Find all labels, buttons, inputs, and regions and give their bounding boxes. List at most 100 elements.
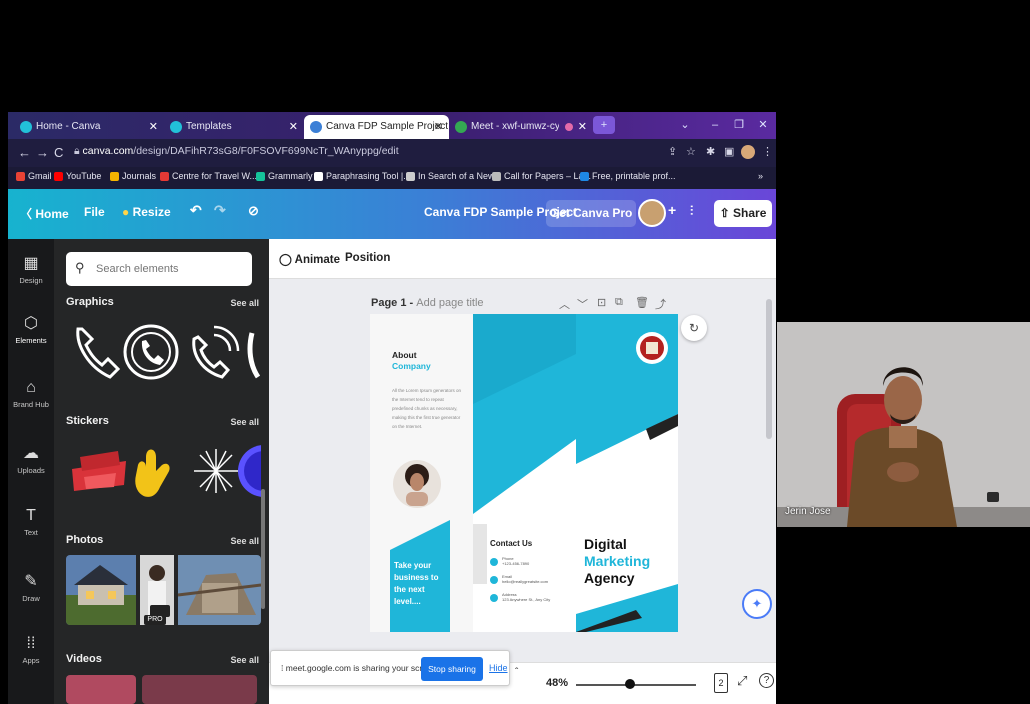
section-graphics-title: Graphics [66,296,114,308]
zoom-slider-track[interactable] [576,684,696,686]
rail-design[interactable]: ▦ Design [8,253,54,285]
tab-search-icon[interactable]: ⌄ [674,116,696,134]
position-button[interactable]: Position [345,252,390,264]
participant-name: Jerin Jose [785,506,831,517]
search-box[interactable]: ⚲ [66,252,252,286]
video-thumb[interactable] [66,675,136,704]
contact-address: Address 123 Anywhere St., Any City [502,592,551,602]
page-count-button[interactable]: 2 [714,673,728,693]
fullscreen-icon[interactable]: ⤢ [737,673,747,689]
animate-button[interactable]: ◯ Animate [279,252,340,266]
bookmark-call-papers[interactable]: Call for Papers – La... [492,171,591,181]
bookmark-printable[interactable]: Free, printable prof... [580,171,676,181]
graphics-phone-icons[interactable] [66,315,261,385]
tab-home-canva[interactable]: Home - Canva ✕ [14,115,164,139]
bookmark-youtube[interactable]: YouTube [54,171,101,181]
editor-scrollbar[interactable] [766,299,772,439]
maximize-icon[interactable]: ❐ [728,116,750,134]
video-thumb[interactable] [142,675,257,704]
canva-header: 〈 Home File ● Resize ↶ ↷ ⊘ Canva FDP Sam… [8,189,776,239]
cloud-saved-icon[interactable]: ⊘ [248,203,259,219]
stickers-row[interactable] [66,435,261,505]
rail-uploads[interactable]: ☁ Uploads [8,443,54,475]
location-icon [490,594,498,602]
bookmark-travel[interactable]: Centre for Travel W... [160,171,257,181]
bookmark-search[interactable]: In Search of a New... [406,171,502,181]
duplicate-page-icon[interactable]: ⧉ [615,296,623,309]
close-tab-icon[interactable]: ✕ [434,115,443,139]
bookmark-star-icon[interactable]: ☆ [686,145,696,158]
undo-icon[interactable]: ↶ [190,202,202,219]
bookmark-grammarly[interactable]: Grammarly [256,171,313,181]
add-collaborator-icon[interactable]: + [668,202,676,218]
lock-page-icon[interactable]: ⊡ [597,296,606,309]
extensions-icon[interactable]: ✱ [706,145,715,158]
close-tab-icon[interactable]: ✕ [289,115,298,139]
back-icon[interactable]: ← [18,145,31,160]
close-tab-icon[interactable]: ✕ [149,115,158,139]
minimize-icon[interactable]: – [704,116,726,134]
panel-scrollbar[interactable] [261,489,265,609]
hide-link[interactable]: Hide [489,663,508,673]
section-stickers-title: Stickers [66,415,109,427]
rail-elements[interactable]: ⬡ Elements [8,313,54,345]
tab-recording[interactable]: ✕ [559,115,593,139]
rail-text[interactable]: T Text [8,507,54,537]
page-title[interactable]: Page 1 - Add page title [371,297,484,309]
move-page-up-icon[interactable]: ︿ [559,296,570,312]
zoom-slider-knob[interactable] [625,679,635,689]
text-icon: T [26,507,36,524]
zoom-value[interactable]: 48% [546,677,568,689]
tab-canva-project[interactable]: Canva FDP Sample Project - Trifo ✕ [304,115,449,139]
file-button[interactable]: File [84,205,105,219]
contact-heading: Contact Us [490,539,533,548]
tab-google-meet[interactable]: Meet - xwf-umwz-cyf [449,115,559,139]
headline-digital: Digital [584,536,627,552]
stop-sharing-button[interactable]: Stop sharing [421,657,483,681]
home-button[interactable]: 〈 Home [20,205,69,222]
lock-icon: 🔒︎ [74,145,83,157]
rail-brand-hub[interactable]: ⌂ Brand Hub [8,379,54,409]
brochure-page[interactable]: About Company All the Lorem Ipsum genera… [370,314,678,632]
site-icon [160,172,169,181]
bookmark-journals[interactable]: Journals [110,171,156,181]
bookmarks-overflow-icon[interactable]: » [758,171,763,181]
profile-avatar[interactable] [741,145,755,159]
redo-icon[interactable]: ↷ [214,202,226,219]
new-tab-icon[interactable]: + [593,116,615,134]
site-icon [580,172,589,181]
insights-icon[interactable]: ⫶ [690,203,693,219]
add-page-icon[interactable]: ⤴ [655,296,666,312]
rail-draw[interactable]: ✎ Draw [8,571,54,603]
collaborator-avatar[interactable] [638,199,666,227]
bookmark-gmail[interactable]: Gmail [16,171,52,181]
about-subheading: Company [392,361,431,371]
move-page-down-icon[interactable]: ﹀ [577,296,588,312]
rail-apps[interactable]: ⁞⁞ Apps [8,635,54,665]
photos-see-all-link[interactable]: See all [230,536,259,546]
share-page-icon[interactable]: ⇪ [668,145,677,158]
resize-button[interactable]: ● Resize [122,205,171,219]
crown-icon: ● [122,205,133,219]
close-tab-icon[interactable]: ✕ [578,115,587,139]
graphics-see-all-link[interactable]: See all [230,298,259,308]
search-input[interactable] [96,260,246,278]
upload-icon: ⇧ [719,206,734,220]
browser-menu-icon[interactable]: ⋮ [762,145,773,158]
share-button[interactable]: ⇧ Share [714,200,772,227]
forward-icon[interactable]: → [36,145,49,160]
videos-see-all-link[interactable]: See all [230,655,259,665]
get-canva-pro-button[interactable]: Get Canva Pro [546,200,636,227]
url-field[interactable]: 🔒︎ canva.com/design/DAFihR73sG8/F0FSOVF6… [74,145,399,158]
help-icon[interactable]: ? [759,673,774,688]
close-window-icon[interactable]: ✕ [752,116,774,134]
sidepanel-icon[interactable]: ▣ [724,145,734,158]
reload-icon[interactable]: C [54,145,63,160]
regenerate-icon[interactable]: ↻ [681,315,707,341]
magic-sparkle-icon[interactable]: ✦ [742,589,772,619]
delete-page-icon[interactable]: 🗑︎ [635,296,649,309]
tab-templates[interactable]: Templates ✕ [164,115,304,139]
bookmark-paraphrasing[interactable]: Paraphrasing Tool |... [314,171,411,181]
stickers-see-all-link[interactable]: See all [230,417,259,427]
chevron-up-icon[interactable]: ˆ [515,667,518,678]
